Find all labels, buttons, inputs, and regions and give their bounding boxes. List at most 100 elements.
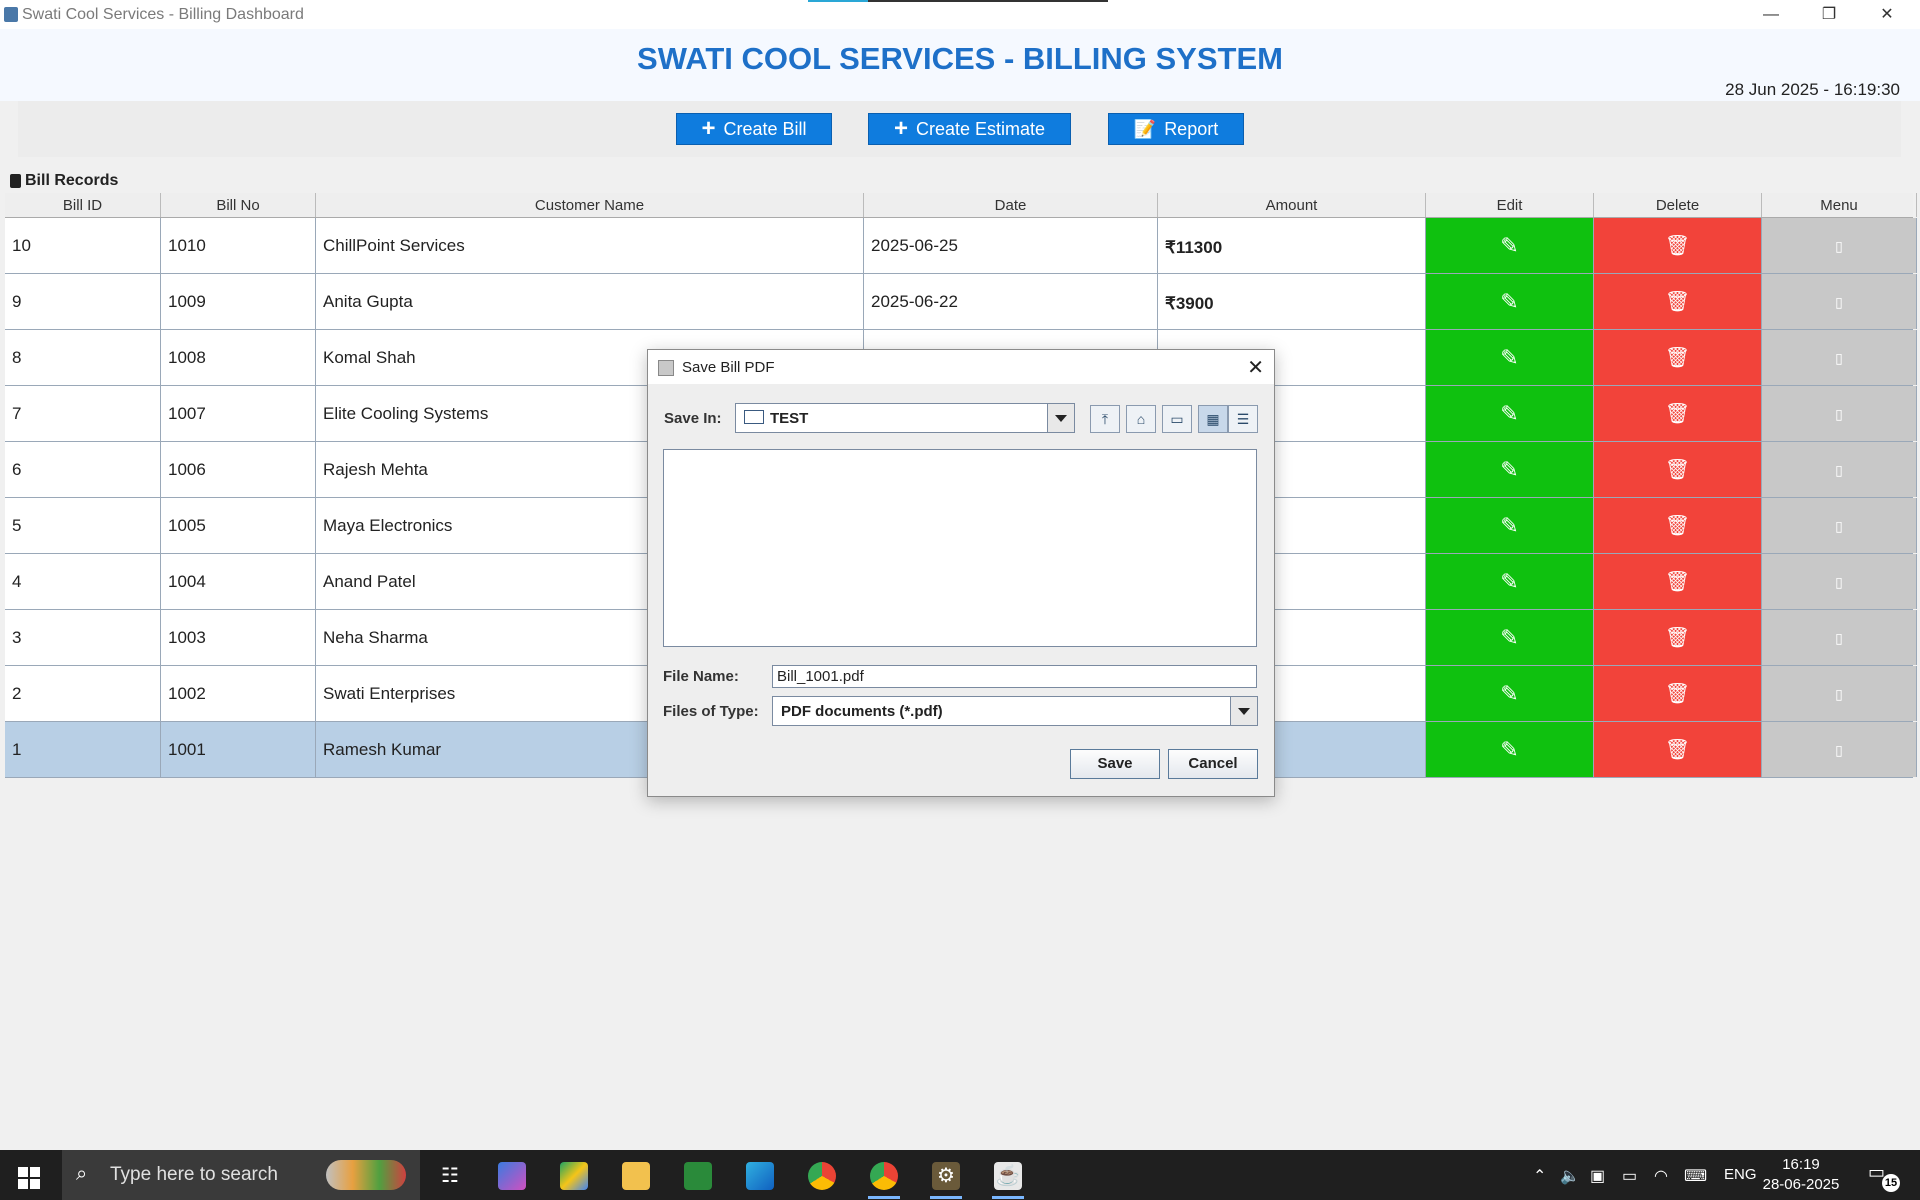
up-folder-button[interactable]: ⤒ [1090, 405, 1120, 433]
create-bill-button[interactable]: + Create Bill [676, 113, 832, 145]
cell-bill-id: 1 [5, 722, 161, 777]
col-bill-id[interactable]: Bill ID [5, 193, 161, 217]
cell-bill-no: 1010 [161, 218, 316, 273]
row-menu-icon[interactable]: ▯ [1762, 442, 1917, 497]
language-indicator[interactable]: ENG [1724, 1166, 1757, 1183]
edit-pencil-icon[interactable]: ✎ [1426, 330, 1594, 385]
edit-pencil-icon[interactable]: ✎ [1426, 274, 1594, 329]
row-menu-icon[interactable]: ▯ [1762, 330, 1917, 385]
delete-trash-icon[interactable]: 🗑 [1594, 666, 1762, 721]
photos-app-icon[interactable] [684, 1162, 712, 1190]
col-delete[interactable]: Delete [1594, 193, 1762, 217]
row-menu-icon[interactable]: ▯ [1762, 610, 1917, 665]
delete-trash-icon[interactable]: 🗑 [1594, 442, 1762, 497]
edit-pencil-icon[interactable]: ✎ [1426, 442, 1594, 497]
row-menu-icon[interactable]: ▯ [1762, 498, 1917, 553]
create-estimate-button[interactable]: + Create Estimate [868, 113, 1071, 145]
edit-pencil-icon[interactable]: ✎ [1426, 386, 1594, 441]
edit-pencil-icon[interactable]: ✎ [1426, 218, 1594, 273]
delete-trash-icon[interactable]: 🗑 [1594, 274, 1762, 329]
file-list-pane[interactable] [663, 449, 1257, 647]
dialog-close-button[interactable]: ✕ [1247, 355, 1264, 380]
tray-chevron-up-icon[interactable]: ⌃ [1533, 1166, 1546, 1186]
windows-start-button[interactable] [18, 1167, 40, 1189]
row-menu-icon[interactable]: ▯ [1762, 274, 1917, 329]
delete-trash-icon[interactable]: 🗑 [1594, 610, 1762, 665]
display-icon[interactable]: ▣ [1590, 1166, 1605, 1186]
delete-trash-icon[interactable]: 🗑 [1594, 554, 1762, 609]
edit-pencil-icon[interactable]: ✎ [1426, 666, 1594, 721]
notification-center-icon[interactable]: ▭ 15 [1868, 1162, 1900, 1192]
row-menu-icon[interactable]: ▯ [1762, 218, 1917, 273]
files-of-type-combo[interactable]: PDF documents (*.pdf) [772, 696, 1258, 726]
delete-trash-icon[interactable]: 🗑 [1594, 330, 1762, 385]
home-folder-button[interactable]: ⌂ [1126, 405, 1156, 433]
file-explorer-icon[interactable] [622, 1162, 650, 1190]
task-view-icon[interactable]: ☷ [436, 1162, 464, 1190]
restore-button[interactable]: ❐ [1800, 0, 1858, 29]
close-window-button[interactable]: ✕ [1858, 0, 1916, 29]
wifi-icon[interactable]: ◠ [1654, 1166, 1668, 1186]
new-folder-button[interactable]: ▭ [1162, 405, 1192, 433]
edit-pencil-icon[interactable]: ✎ [1426, 722, 1594, 777]
chrome-profile-icon[interactable] [870, 1162, 898, 1190]
bill-records-label: Bill Records [10, 172, 118, 190]
battery-icon[interactable]: ▭ [1622, 1166, 1637, 1186]
windows-taskbar: ⌕ Type here to search ☷ ⚙ ☕ ⌃ 🔈 ▣ ▭ ◠ ⌨ … [0, 1150, 1920, 1200]
delete-trash-icon[interactable]: 🗑 [1594, 722, 1762, 777]
edge-browser-icon[interactable] [746, 1162, 774, 1190]
bill-records-text: Bill Records [25, 172, 119, 189]
current-datetime: 28 Jun 2025 - 16:19:30 [1725, 80, 1900, 99]
table-header: Bill ID Bill No Customer Name Date Amoun… [5, 193, 1917, 218]
row-menu-icon[interactable]: ▯ [1762, 722, 1917, 777]
cell-bill-id: 10 [5, 218, 161, 273]
list-view-button[interactable]: ▦ [1198, 405, 1228, 433]
cell-amount: ₹3900 [1158, 274, 1426, 329]
cancel-button[interactable]: Cancel [1168, 749, 1258, 779]
cell-bill-id: 4 [5, 554, 161, 609]
details-view-button[interactable]: ☰ [1228, 405, 1258, 433]
table-row[interactable]: 9 1009 Anita Gupta 2025-06-22 ₹3900 ✎ 🗑 ▯ [5, 274, 1917, 330]
delete-trash-icon[interactable]: 🗑 [1594, 218, 1762, 273]
col-customer-name[interactable]: Customer Name [316, 193, 864, 217]
chevron-down-icon[interactable] [1047, 404, 1074, 432]
delete-trash-icon[interactable]: 🗑 [1594, 386, 1762, 441]
copilot-icon[interactable] [498, 1162, 526, 1190]
minimize-button[interactable]: — [1742, 0, 1800, 29]
row-menu-icon[interactable]: ▯ [1762, 666, 1917, 721]
search-icon: ⌕ [76, 1163, 88, 1185]
volume-icon[interactable]: 🔈 [1560, 1166, 1580, 1186]
chevron-down-icon[interactable] [1230, 697, 1257, 725]
save-in-combo[interactable]: TEST [735, 403, 1075, 433]
cell-bill-no: 1002 [161, 666, 316, 721]
search-highlight-image [326, 1160, 406, 1190]
col-amount[interactable]: Amount [1158, 193, 1426, 217]
dialog-titlebar: Save Bill PDF ✕ [648, 350, 1274, 384]
table-row[interactable]: 10 1010 ChillPoint Services 2025-06-25 ₹1130… [5, 218, 1917, 274]
title-accent-line [808, 0, 1108, 2]
keyboard-icon[interactable]: ⌨ [1684, 1166, 1707, 1186]
taskbar-clock[interactable]: 16:19 28-06-2025 [1756, 1155, 1846, 1195]
col-bill-no[interactable]: Bill No [161, 193, 316, 217]
files-of-type-label: Files of Type: [663, 703, 759, 720]
report-button[interactable]: 📝 Report [1108, 113, 1244, 145]
cell-bill-no: 1001 [161, 722, 316, 777]
edit-pencil-icon[interactable]: ✎ [1426, 610, 1594, 665]
action-toolbar: + Create Bill + Create Estimate 📝 Report [18, 101, 1901, 157]
java-app-icon[interactable]: ☕ [994, 1162, 1022, 1190]
save-button[interactable]: Save [1070, 749, 1160, 779]
delete-trash-icon[interactable]: 🗑 [1594, 498, 1762, 553]
row-menu-icon[interactable]: ▯ [1762, 554, 1917, 609]
col-edit[interactable]: Edit [1426, 193, 1594, 217]
edit-pencil-icon[interactable]: ✎ [1426, 554, 1594, 609]
settings-gear-icon[interactable]: ⚙ [932, 1162, 960, 1190]
plus-icon: + [893, 115, 908, 142]
row-menu-icon[interactable]: ▯ [1762, 386, 1917, 441]
google-drive-icon[interactable] [560, 1162, 588, 1190]
chrome-icon[interactable] [808, 1162, 836, 1190]
taskbar-search[interactable]: ⌕ Type here to search [62, 1150, 420, 1200]
file-name-input[interactable] [772, 665, 1257, 688]
col-date[interactable]: Date [864, 193, 1158, 217]
col-menu[interactable]: Menu [1762, 193, 1917, 217]
edit-pencil-icon[interactable]: ✎ [1426, 498, 1594, 553]
